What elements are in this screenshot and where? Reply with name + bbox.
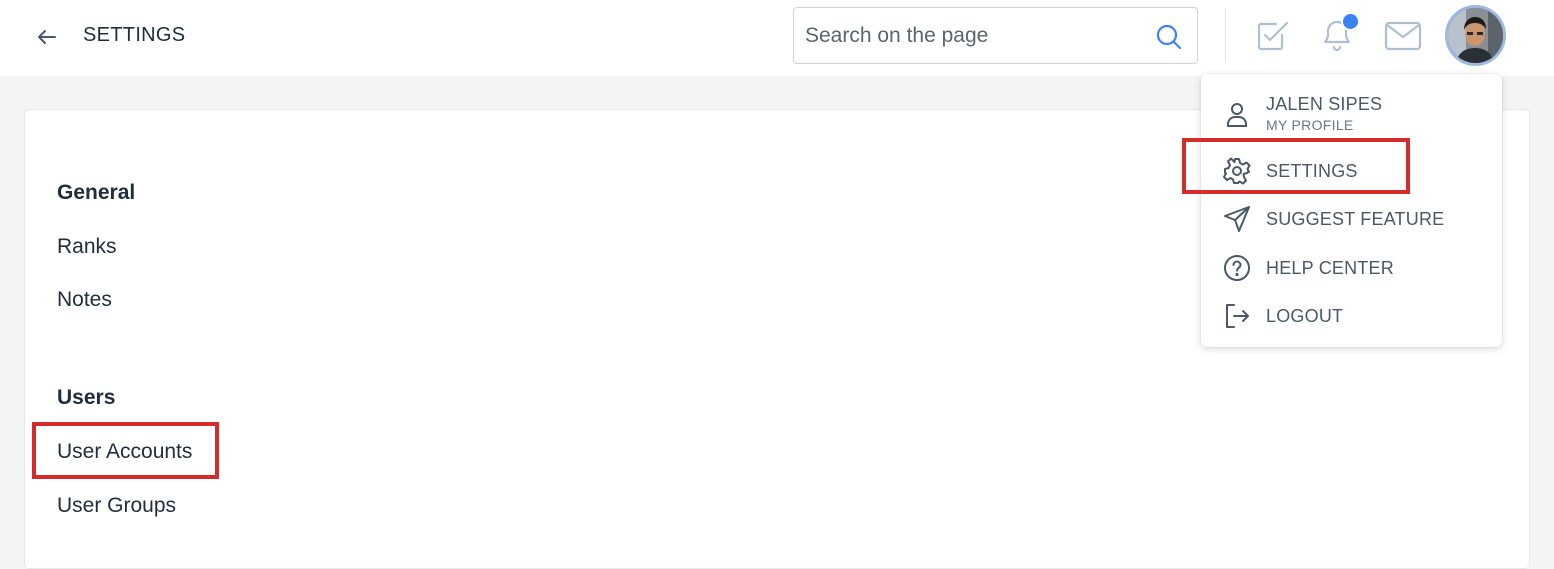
menu-item-suggest-feature[interactable]: SUGGEST FEATURE [1201,197,1502,241]
menu-label-settings: SETTINGS [1266,161,1358,181]
link-ranks[interactable]: Ranks [57,235,117,259]
tasks-check-icon [1257,21,1289,51]
search-button[interactable] [1155,23,1183,51]
paper-plane-icon [1224,206,1250,232]
link-user-groups[interactable]: User Groups [57,494,176,518]
user-icon [1227,103,1247,127]
menu-item-logout[interactable]: LOGOUT [1201,294,1502,338]
search-icon [1156,24,1182,50]
avatar-photo [1448,8,1503,63]
menu-label-suggest-feature: SUGGEST FEATURE [1266,209,1445,229]
header-divider [1225,8,1226,62]
menu-label-logout: LOGOUT [1266,306,1344,326]
logout-icon [1226,304,1249,328]
search-input[interactable] [805,22,1135,50]
profile-name: JALEN SIPES [1266,94,1383,114]
profile-dropdown-menu: JALEN SIPES MY PROFILE SETTINGS SUGGEST … [1201,74,1502,347]
search-box [793,7,1198,64]
top-bar: SETTINGS [0,0,1554,76]
question-circle-icon [1224,255,1250,281]
mail-icon [1384,21,1422,51]
page-title: SETTINGS [83,24,186,46]
link-user-accounts[interactable]: User Accounts [57,440,192,464]
arrow-left-icon [38,30,56,44]
menu-item-my-profile[interactable]: JALEN SIPES MY PROFILE [1201,90,1502,138]
back-button[interactable] [32,22,62,52]
section-heading-users: Users [57,386,116,409]
messages-button[interactable] [1384,20,1422,52]
menu-item-settings[interactable]: SETTINGS [1201,149,1502,193]
menu-label-help-center: HELP CENTER [1266,258,1394,278]
tasks-button[interactable] [1255,18,1291,54]
notification-badge [1341,12,1360,31]
user-avatar[interactable] [1445,5,1506,66]
gear-icon [1223,157,1251,185]
menu-item-help-center[interactable]: HELP CENTER [1201,246,1502,290]
section-heading-general: General [57,181,136,204]
link-notes[interactable]: Notes [57,288,112,312]
profile-subtitle: MY PROFILE [1266,117,1354,133]
